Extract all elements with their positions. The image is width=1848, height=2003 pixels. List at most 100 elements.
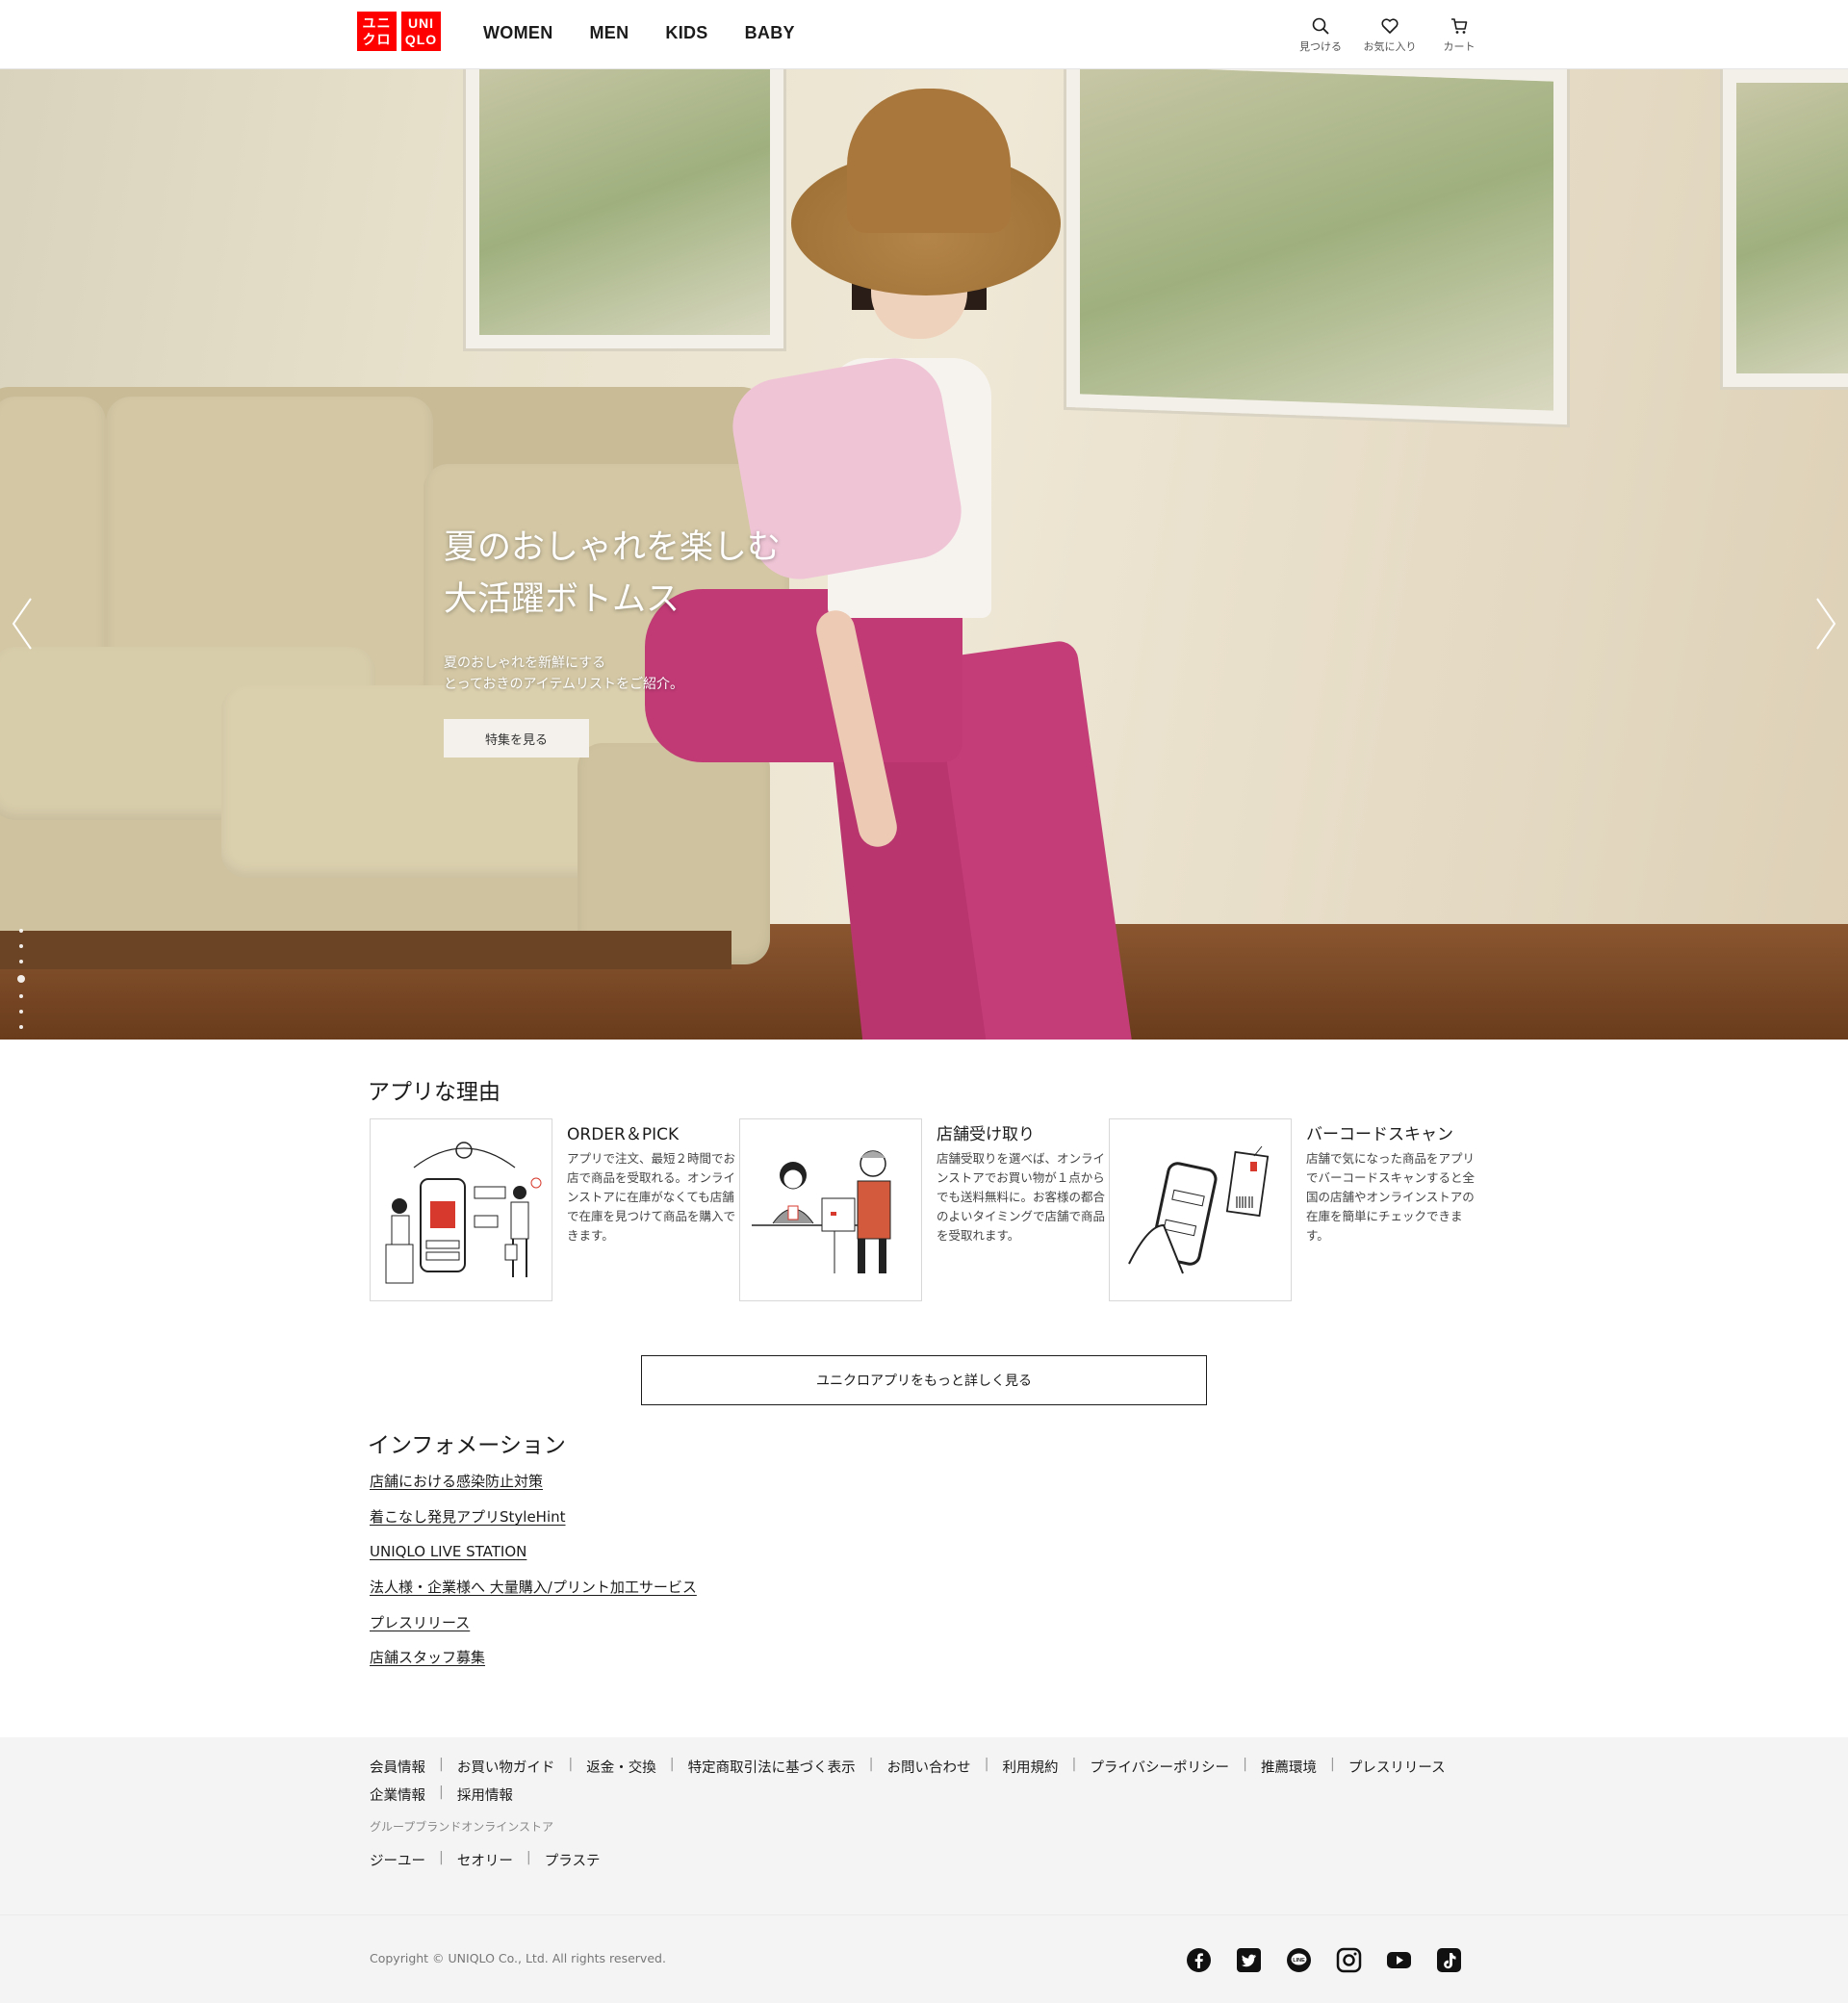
app-more-button[interactable]: ユニクロアプリをもっと詳しく見る xyxy=(641,1355,1207,1405)
footer-link[interactable]: お買い物ガイド xyxy=(457,1757,555,1777)
app-card-order-pick[interactable]: ORDER＆PICK アプリで注文、最短２時間でお店で商品を受取れる。オンライン… xyxy=(370,1118,740,1301)
order-pick-description: アプリで注文、最短２時間でお店で商品を受取れる。オンラインストアに在庫がなくても… xyxy=(567,1151,736,1243)
carousel-dot[interactable] xyxy=(19,1010,23,1014)
app-card-store-pickup[interactable]: 店舗受け取り 店舗受取りを選べば、オンラインストアでお買い物が１点からでも送料無… xyxy=(739,1118,1110,1301)
footer-link[interactable]: 企業情報 xyxy=(370,1785,425,1805)
group-brand-label: グループブランドオンラインストア xyxy=(370,1820,554,1834)
separator: | xyxy=(439,1757,444,1772)
site-header: ユニ クロ UNI QLO WOMEN MEN KIDS BABY 見つける お… xyxy=(0,0,1848,69)
favorites-button[interactable]: お気に入り xyxy=(1363,16,1417,54)
separator: | xyxy=(568,1757,574,1772)
cart-label: カート xyxy=(1443,40,1476,53)
favorites-label: お気に入り xyxy=(1363,40,1417,53)
cart-icon xyxy=(1451,18,1468,34)
chevron-right-icon[interactable] xyxy=(1811,595,1840,653)
carousel-dot[interactable] xyxy=(19,1025,23,1029)
vertical-pagination[interactable] xyxy=(17,929,25,1040)
info-links: 店舗における感染防止対策 着こなし発見アプリStyleHint UNIQLO L… xyxy=(370,1472,697,1683)
hero-carousel: 夏のおしゃれを楽しむ 大活躍ボトムス 夏のおしゃれを新鮮にする とっておきのアイ… xyxy=(0,69,1848,1040)
nav-men[interactable]: MEN xyxy=(590,23,629,43)
logo-latin-tile: UNI QLO xyxy=(401,12,441,51)
nav-women[interactable]: WOMEN xyxy=(483,23,553,43)
info-link-live-station[interactable]: UNIQLO LIVE STATION xyxy=(370,1542,697,1561)
group-brand-links: ジーユー | セオリー | プラステ xyxy=(370,1850,601,1870)
info-link-stylehint[interactable]: 着こなし発見アプリStyleHint xyxy=(370,1507,697,1527)
separator: | xyxy=(1329,1757,1335,1772)
cart-button[interactable]: カート xyxy=(1434,16,1484,54)
window-right xyxy=(1723,69,1848,387)
logo-katakana-tile: ユニ クロ xyxy=(357,12,397,51)
carousel-dot[interactable] xyxy=(17,975,25,983)
footer-link[interactable]: お問い合わせ xyxy=(887,1757,971,1777)
store-pickup-description: 店舗受取りを選べば、オンラインストアでお買い物が１点からでも送料無料に。お客様の… xyxy=(937,1151,1106,1243)
hero-title: 夏のおしゃれを楽しむ 大活躍ボトムス xyxy=(444,528,782,619)
window-center xyxy=(1066,69,1567,425)
barcode-scan-description: 店舗で気になった商品をアプリでバーコードスキャンすると全国の店舗やオンラインスト… xyxy=(1306,1151,1476,1243)
separator: | xyxy=(669,1757,675,1772)
carousel-dot[interactable] xyxy=(19,929,23,933)
store-pickup-title: 店舗受け取り xyxy=(937,1125,1035,1144)
instagram-icon[interactable] xyxy=(1336,1947,1362,1973)
carousel-dot[interactable] xyxy=(19,994,23,998)
footer-link[interactable]: プレスリリース xyxy=(1348,1757,1446,1777)
order-pick-illustration xyxy=(370,1118,552,1301)
store-pickup-illustration xyxy=(739,1118,922,1301)
social-links: LINE xyxy=(1186,1947,1462,1973)
sofa-frame xyxy=(0,931,732,969)
nav-baby[interactable]: BABY xyxy=(745,23,795,43)
facebook-icon[interactable] xyxy=(1186,1947,1212,1973)
footer-link[interactable]: プラステ xyxy=(545,1850,601,1870)
footer-link[interactable]: ジーユー xyxy=(370,1850,425,1870)
info-section-title: インフォメーション xyxy=(368,1433,566,1458)
header-actions: 見つける お気に入り カート xyxy=(1296,16,1484,54)
separator: | xyxy=(984,1757,989,1772)
separator: | xyxy=(1071,1757,1077,1772)
footer-link[interactable]: 推薦環境 xyxy=(1261,1757,1317,1777)
chevron-left-icon[interactable] xyxy=(8,595,37,653)
line-icon[interactable]: LINE xyxy=(1286,1947,1312,1973)
svg-text:LINE: LINE xyxy=(1293,1958,1305,1964)
uniqlo-logo[interactable]: ユニ クロ UNI QLO xyxy=(357,12,441,51)
twitter-icon[interactable] xyxy=(1236,1947,1262,1973)
footer-links: 会員情報 | お買い物ガイド | 返金・交換 | 特定商取引法に基づく表示 | お問い合わせ | 利… xyxy=(0,1737,1848,1914)
footer-link[interactable]: 会員情報 xyxy=(370,1757,425,1777)
search-label: 見つける xyxy=(1299,40,1342,53)
info-link-press-release[interactable]: プレスリリース xyxy=(370,1613,697,1632)
heart-icon xyxy=(1381,18,1399,34)
carousel-dot[interactable] xyxy=(19,960,23,963)
footer-link[interactable]: 返金・交換 xyxy=(586,1757,656,1777)
app-card-barcode-scan[interactable]: バーコードスキャン 店舗で気になった商品をアプリでバーコードスキャンすると全国の… xyxy=(1109,1118,1479,1301)
hero-subtitle: 夏のおしゃれを新鮮にする とっておきのアイテムリストをご紹介。 xyxy=(444,655,684,692)
footer-link[interactable]: プライバシーポリシー xyxy=(1090,1757,1229,1777)
hero-cta-button[interactable]: 特集を見る xyxy=(444,719,589,758)
youtube-icon[interactable] xyxy=(1386,1947,1412,1973)
footer-row-2: 企業情報 | 採用情報 xyxy=(370,1785,513,1805)
search-button[interactable]: 見つける xyxy=(1296,16,1346,54)
info-link-infection-prevention[interactable]: 店舗における感染防止対策 xyxy=(370,1472,697,1491)
footer-link[interactable]: 採用情報 xyxy=(457,1785,513,1805)
copyright: Copyright © UNIQLO Co., Ltd. All rights … xyxy=(370,1951,666,1965)
window-left xyxy=(466,69,783,348)
footer-link[interactable]: 利用規約 xyxy=(1002,1757,1058,1777)
separator: | xyxy=(868,1757,874,1772)
carousel-dot[interactable] xyxy=(19,944,23,948)
footer-row-1: 会員情報 | お買い物ガイド | 返金・交換 | 特定商取引法に基づく表示 | お問い合わせ | 利… xyxy=(370,1757,1446,1777)
footer-link[interactable]: セオリー xyxy=(457,1850,513,1870)
nav-kids[interactable]: KIDS xyxy=(665,23,707,43)
hero-copy: 夏のおしゃれを楽しむ 大活躍ボトムス 夏のおしゃれを新鮮にする とっておきのアイ… xyxy=(444,522,781,758)
footer-link[interactable]: 特定商取引法に基づく表示 xyxy=(688,1757,856,1777)
info-link-corporate-orders[interactable]: 法人様・企業様へ 大量購入/プリント加工サービス xyxy=(370,1578,697,1597)
barcode-scan-illustration xyxy=(1109,1118,1292,1301)
info-link-staff-recruit[interactable]: 店舗スタッフ募集 xyxy=(370,1648,697,1667)
tiktok-icon[interactable] xyxy=(1436,1947,1462,1973)
app-section-title: アプリな理由 xyxy=(368,1080,500,1105)
model-hat-crown xyxy=(847,89,1011,233)
search-icon xyxy=(1312,17,1329,35)
separator: | xyxy=(1243,1757,1247,1772)
barcode-scan-title: バーコードスキャン xyxy=(1306,1125,1453,1144)
main-nav: WOMEN MEN KIDS BABY xyxy=(483,23,795,43)
footer-bottom: Copyright © UNIQLO Co., Ltd. All rights … xyxy=(0,1914,1848,2003)
separator: | xyxy=(439,1850,444,1865)
separator: | xyxy=(526,1850,531,1865)
separator: | xyxy=(439,1785,444,1800)
